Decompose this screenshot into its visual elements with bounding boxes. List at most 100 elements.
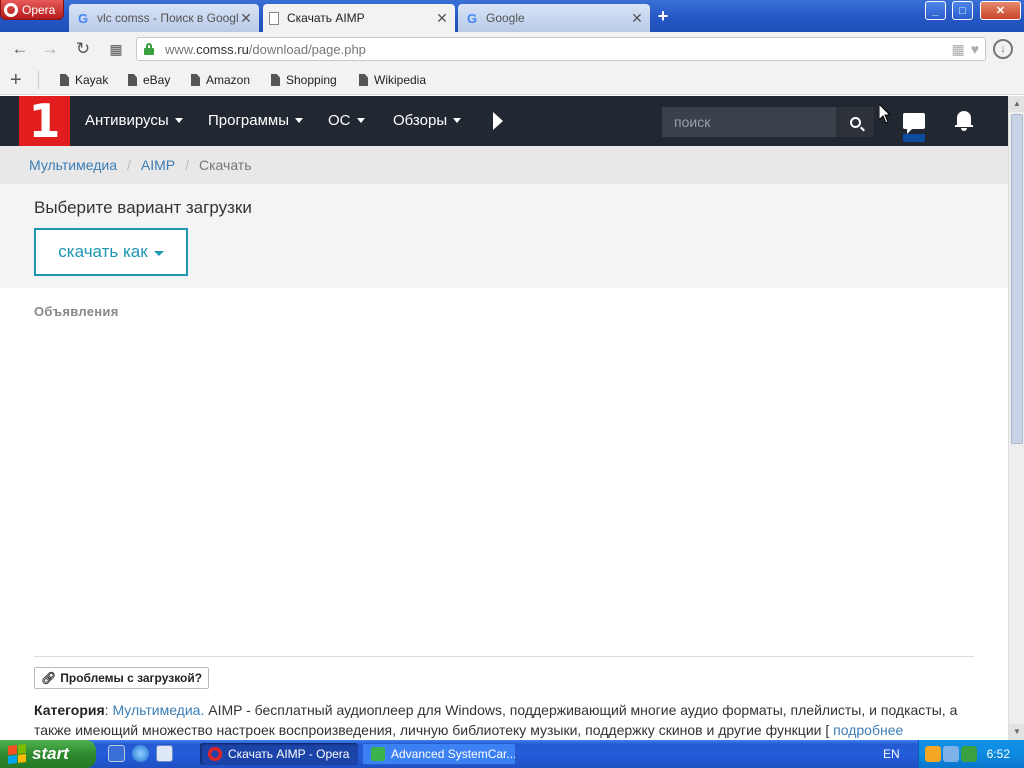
- reload-icon[interactable]: ↻: [72, 39, 94, 59]
- page-icon: [60, 74, 69, 86]
- category-link[interactable]: Мультимедиа.: [112, 702, 204, 718]
- site-logo[interactable]: 1: [19, 96, 70, 146]
- menu-os[interactable]: ОС: [328, 112, 365, 129]
- opera-menu-label: Opera: [22, 2, 56, 17]
- tab-close-icon[interactable]: ✕: [239, 10, 253, 27]
- systemcare-icon: [371, 747, 385, 761]
- google-icon: G: [466, 10, 478, 26]
- media-player-icon[interactable]: [156, 745, 173, 762]
- caret-down-icon: [356, 118, 365, 123]
- search-icon: [849, 116, 861, 128]
- separator: [38, 71, 39, 89]
- opera-logo-icon: [4, 2, 18, 17]
- comments-indicator: [903, 134, 925, 142]
- menu-antiviruses[interactable]: Антивирусы: [85, 112, 183, 129]
- opera-icon: [208, 747, 222, 761]
- add-bookmark-icon[interactable]: +: [10, 69, 22, 92]
- lock-icon: [144, 43, 154, 55]
- more-details-link[interactable]: подробнее: [833, 722, 903, 738]
- scrollbar-thumb[interactable]: [1011, 114, 1023, 444]
- download-problems-label: Проблемы с загрузкой?: [60, 671, 203, 685]
- tab-aimp-download[interactable]: Скачать AIMP ✕: [263, 4, 455, 32]
- scroll-down-icon[interactable]: ▼: [1009, 724, 1024, 740]
- back-icon[interactable]: ←: [9, 39, 31, 59]
- menu-more-arrow-icon[interactable]: [493, 112, 503, 130]
- systemcare-tray-icon[interactable]: [961, 746, 977, 762]
- tab-google-search[interactable]: G vlc comss - Поиск в Google ✕: [69, 4, 259, 32]
- download-problems-button[interactable]: 🔗︎ Проблемы с загрузкой?: [34, 667, 210, 689]
- system-tray: 6:52: [918, 740, 1024, 768]
- start-label: start: [32, 744, 69, 763]
- caret-down-icon: [174, 118, 183, 123]
- scroll-up-icon[interactable]: ▲: [1009, 96, 1024, 112]
- tab-google[interactable]: G Google ✕: [458, 4, 650, 32]
- download-as-button[interactable]: скачать как: [34, 228, 188, 276]
- page-scrollbar[interactable]: ▲ ▼: [1008, 96, 1024, 740]
- menu-programs[interactable]: Программы: [208, 112, 304, 129]
- grid-icon[interactable]: ▦: [951, 41, 964, 58]
- page-icon: [269, 11, 279, 25]
- windows-taskbar: start Скачать AIMP - Opera Advanced Syst…: [0, 740, 1024, 768]
- bookmark-shopping[interactable]: Shopping: [271, 73, 337, 87]
- windows-logo-icon: [8, 744, 26, 764]
- category-label: Категория: [34, 702, 105, 718]
- address-toolbar: ← → ↻ ▦ www.comss.ru/download/page.php ▦…: [0, 32, 1024, 66]
- security-shield-icon[interactable]: [925, 746, 941, 762]
- heart-icon[interactable]: ♥: [971, 41, 979, 58]
- site-search-input[interactable]: [662, 107, 836, 137]
- show-desktop-icon[interactable]: [108, 745, 125, 762]
- address-bar[interactable]: www.comss.ru/download/page.php ▦ ♥: [136, 37, 986, 61]
- category-description: Категория: Мультимедиа. AIMP - бесплатны…: [34, 702, 958, 738]
- caret-down-icon: [453, 118, 462, 123]
- page-icon: [128, 74, 137, 86]
- network-icon[interactable]: [943, 746, 959, 762]
- bookmark-kayak[interactable]: Kayak: [60, 73, 108, 87]
- comments-icon[interactable]: [903, 113, 925, 134]
- start-button[interactable]: start: [0, 740, 96, 768]
- speed-dial-icon[interactable]: ▦: [105, 39, 127, 59]
- taskbar-item-advanced-systemcare[interactable]: Advanced SystemCar...: [362, 743, 516, 765]
- minimize-button[interactable]: _: [925, 1, 946, 20]
- download-heading: Выберите вариант загрузки: [34, 198, 252, 217]
- tab-title: Скачать AIMP: [287, 11, 365, 25]
- bookmark-wikipedia[interactable]: Wikipedia: [359, 73, 426, 87]
- downloads-icon[interactable]: ↓: [993, 39, 1013, 59]
- divider: [34, 656, 974, 657]
- forward-icon[interactable]: →: [39, 39, 61, 59]
- browser-tab-bar: Opera G vlc comss - Поиск в Google ✕ Ска…: [0, 0, 1024, 32]
- page-icon: [359, 74, 368, 86]
- page-icon: [191, 74, 200, 86]
- tab-close-icon[interactable]: ✕: [435, 10, 449, 27]
- breadcrumb: Мультимедиа / AIMP / Скачать: [0, 146, 1008, 184]
- page-icon: [271, 74, 280, 86]
- taskbar-item-opera[interactable]: Скачать AIMP - Opera: [200, 743, 358, 765]
- clock[interactable]: 6:52: [987, 747, 1010, 761]
- breadcrumb-current: Скачать: [199, 157, 252, 173]
- download-section: Выберите вариант загрузки скачать как: [0, 184, 1008, 288]
- breadcrumb-aimp[interactable]: AIMP: [141, 157, 175, 173]
- menu-reviews[interactable]: Обзоры: [393, 112, 462, 129]
- opera-menu-button[interactable]: Opera: [0, 0, 64, 20]
- maximize-button[interactable]: □: [952, 1, 973, 20]
- page-viewport: 1 Антивирусы Программы ОС Обзоры Мультим…: [0, 96, 1008, 740]
- breadcrumb-separator: /: [185, 157, 190, 173]
- url-text[interactable]: www.comss.ru/download/page.php: [165, 42, 366, 57]
- tab-title: Google: [486, 11, 525, 25]
- language-indicator[interactable]: EN: [883, 747, 900, 761]
- search-button[interactable]: [836, 107, 874, 137]
- ads-label: Объявления: [34, 304, 119, 319]
- tab-close-icon[interactable]: ✕: [630, 10, 644, 27]
- tab-title: vlc comss - Поиск в Google: [97, 11, 239, 25]
- link-icon: 🔗︎: [41, 671, 57, 685]
- bookmark-ebay[interactable]: eBay: [128, 73, 170, 87]
- bell-icon[interactable]: [955, 111, 973, 131]
- caret-down-icon: [295, 118, 304, 123]
- internet-explorer-icon[interactable]: [132, 745, 149, 762]
- close-window-button[interactable]: ✕: [980, 1, 1021, 20]
- download-button-label: скачать как: [58, 242, 148, 261]
- new-tab-button[interactable]: +: [654, 6, 672, 26]
- breadcrumb-multimedia[interactable]: Мультимедиа: [29, 157, 117, 173]
- google-icon: G: [77, 10, 89, 26]
- breadcrumb-separator: /: [127, 157, 131, 173]
- bookmark-amazon[interactable]: Amazon: [191, 73, 250, 87]
